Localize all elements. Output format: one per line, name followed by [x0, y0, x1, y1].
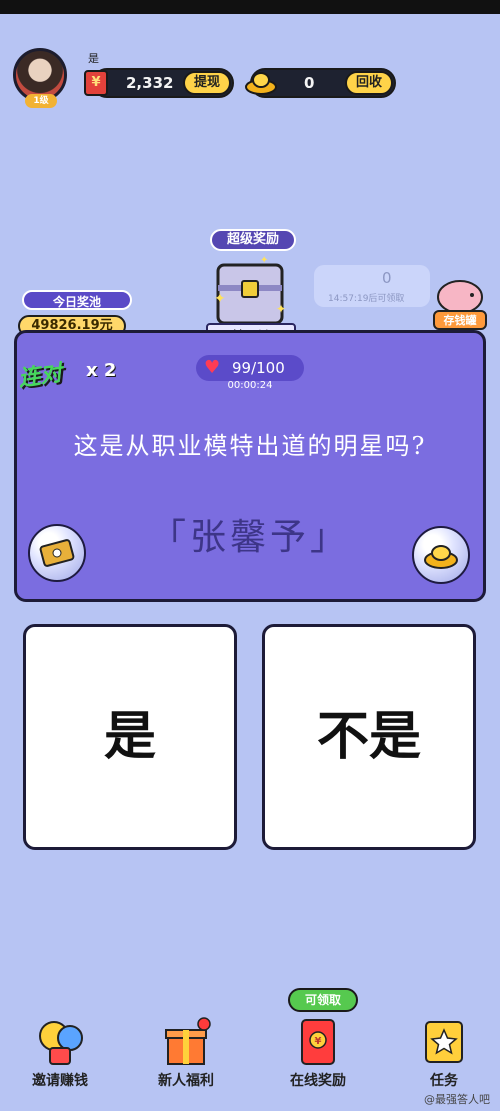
- timer: 00:00:24: [227, 380, 273, 391]
- gold-ingot-icon: [245, 72, 277, 95]
- nav-newbie-benefits-label: 新人福利: [158, 1073, 214, 1089]
- gold-ingot-icon: [424, 545, 458, 569]
- piggy-bank-label: 存钱罐: [444, 313, 477, 327]
- nav-tasks-label: 任务: [430, 1073, 458, 1089]
- ticket-bubble[interactable]: [28, 524, 86, 582]
- nav-tasks[interactable]: 任务: [404, 1016, 484, 1092]
- svg-text:✦: ✦: [214, 291, 226, 307]
- combo-multiplier: x 2: [86, 360, 117, 381]
- username: 是: [88, 52, 99, 65]
- balance-amount: 2,332: [126, 74, 174, 92]
- status-bar: [0, 0, 500, 14]
- claimable-badge: 可领取: [288, 988, 358, 1012]
- question-text: 这是从职业模特出道的明星吗?: [73, 432, 427, 460]
- ticket-icon: [39, 539, 75, 567]
- daily-pool-label: 今日奖池: [22, 290, 132, 310]
- balance-pill: 2,332 提现: [92, 68, 234, 98]
- watermark: @最强答人吧: [424, 1093, 490, 1106]
- lives-value: 99/100: [232, 359, 285, 377]
- nav-invite-label: 邀请赚钱: [32, 1073, 88, 1089]
- withdraw-button[interactable]: 提现: [183, 71, 231, 95]
- nav-online-reward[interactable]: ¥ 在线奖励: [278, 1016, 358, 1092]
- money-icon: ¥: [84, 70, 108, 96]
- ingot-amount: 0: [304, 74, 315, 92]
- user-level-badge: 1级: [25, 94, 57, 108]
- recycle-button[interactable]: 回收: [345, 71, 393, 95]
- super-reward-label: 超级奖励: [210, 229, 296, 251]
- nav-online-reward-label: 在线奖励: [290, 1073, 346, 1089]
- gift-icon: [165, 1017, 211, 1065]
- task-star-icon: [425, 1021, 463, 1063]
- svg-text:¥: ¥: [315, 1036, 322, 1047]
- piggy-bank-icon[interactable]: 存钱罐: [432, 275, 488, 331]
- nav-newbie-benefits[interactable]: 新人福利: [146, 1016, 226, 1092]
- heart-icon: ♥: [204, 357, 221, 378]
- invite-icon: [39, 1021, 83, 1065]
- nav-invite[interactable]: 邀请赚钱: [20, 1016, 100, 1092]
- combo-label: 连对: [16, 361, 64, 392]
- answer-no-button[interactable]: 不是: [262, 624, 476, 850]
- lives-counter: ♥ 99/100: [196, 355, 304, 381]
- svg-text:✦: ✦: [260, 255, 268, 266]
- pending-reward-amount: 0: [382, 269, 392, 287]
- ingot-bubble[interactable]: [412, 526, 470, 584]
- svg-text:✦: ✦: [276, 302, 286, 316]
- question-subject: 「张馨予」: [149, 517, 350, 558]
- treasure-chest-icon[interactable]: ✦ ✦ ✦: [200, 255, 300, 330]
- pending-reward[interactable]: 0 14:57:19后可领取: [314, 265, 430, 307]
- red-envelope-icon: ¥: [301, 1019, 335, 1065]
- answer-yes-button[interactable]: 是: [23, 624, 237, 850]
- pending-reward-note: 14:57:19后可领取: [328, 294, 405, 304]
